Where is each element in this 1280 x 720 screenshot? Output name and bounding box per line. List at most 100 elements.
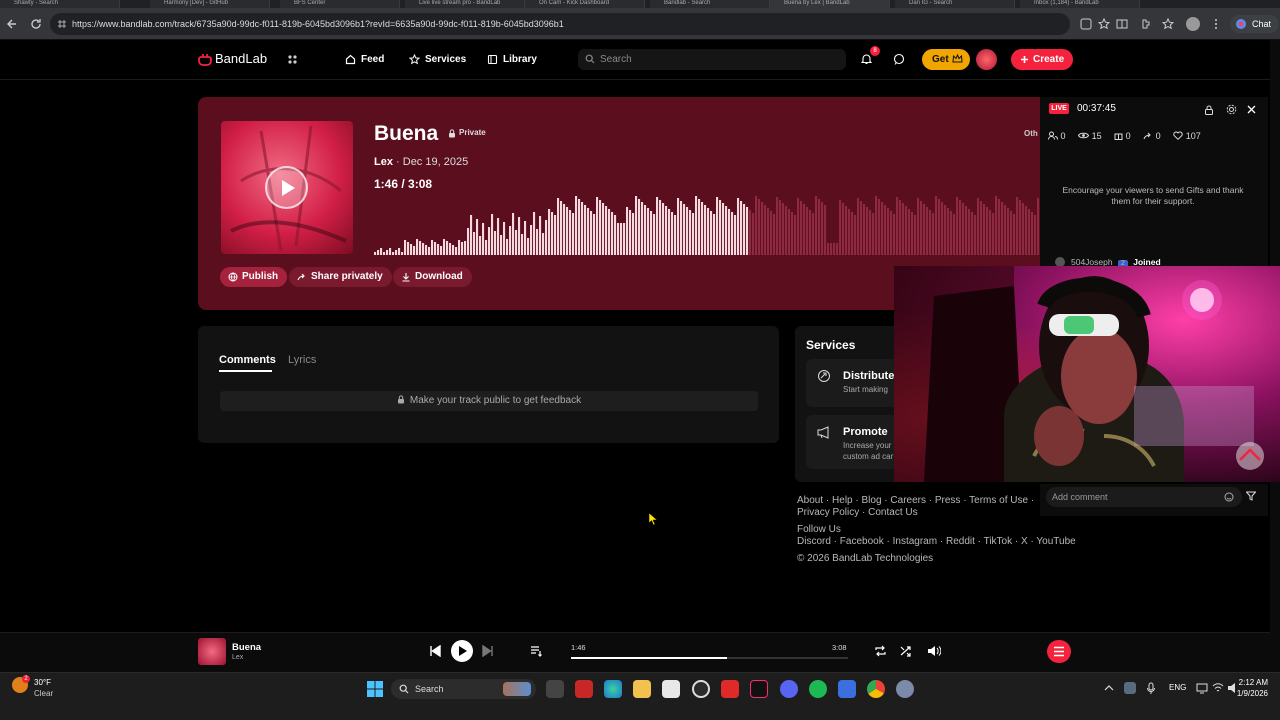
microsoft-store-icon[interactable] [662, 680, 680, 698]
task-view-icon[interactable] [546, 680, 564, 698]
player-progress-track[interactable] [571, 657, 848, 659]
track-waveform[interactable] [374, 192, 1040, 255]
taskbar-app-icon[interactable] [575, 680, 593, 698]
waveform-bar [890, 211, 893, 255]
tiktok-icon[interactable] [750, 680, 768, 698]
publish-button[interactable]: Publish [220, 267, 288, 287]
messages-icon[interactable] [893, 53, 905, 65]
browser-tab-active[interactable]: Buena by Lex | BandLab [770, 0, 890, 8]
social-link-tiktok[interactable]: TikTok [984, 536, 1013, 547]
language-indicator[interactable]: ENG [1169, 683, 1186, 692]
close-icon[interactable] [1247, 105, 1256, 114]
share-privately-button[interactable]: Share privately [289, 267, 392, 287]
repeat-icon[interactable] [874, 645, 887, 657]
cloud-sync-icon[interactable] [1124, 682, 1136, 694]
browser-tab[interactable]: Bandlab - Search [650, 0, 770, 8]
footer-link-press[interactable]: Press [935, 495, 961, 506]
browser-tab[interactable]: Inbox (1,184) - BandLab [1020, 0, 1140, 8]
footer-link-privacy[interactable]: Privacy Policy [797, 507, 859, 518]
chrome-icon[interactable] [867, 680, 885, 698]
shuffle-icon[interactable] [900, 645, 913, 657]
spotify-icon[interactable] [809, 680, 827, 698]
volume-icon[interactable] [927, 645, 941, 657]
player-cover-thumb[interactable] [198, 638, 226, 665]
clock-time[interactable]: 2:12 AM [1236, 678, 1268, 687]
social-link-instagram[interactable]: Instagram [893, 536, 937, 547]
footer-link-contact[interactable]: Contact Us [868, 507, 917, 518]
chevron-up-icon[interactable] [1104, 684, 1114, 692]
youtube-icon[interactable] [721, 680, 739, 698]
promote-card[interactable]: Promote Increase your custom ad car [806, 415, 906, 469]
windows-start-icon[interactable] [367, 681, 383, 697]
player-play-button[interactable] [451, 640, 473, 662]
display-icon[interactable] [1196, 682, 1208, 694]
copilot-chat-button[interactable]: Chat [1230, 15, 1280, 33]
extensions-icon[interactable] [1140, 18, 1152, 30]
track-artist-link[interactable]: Lex [374, 156, 393, 168]
browser-tab[interactable]: Live live stream pro - BandLab [405, 0, 525, 8]
taskbar-app-icon[interactable] [838, 680, 856, 698]
reload-icon[interactable] [30, 18, 42, 30]
browser-tab[interactable]: Dan IG - Search [895, 0, 1015, 8]
search-input[interactable]: Search [578, 49, 846, 70]
translate-icon[interactable] [1080, 18, 1092, 30]
footer-link-help[interactable]: Help [832, 495, 853, 506]
file-explorer-icon[interactable] [633, 680, 651, 698]
add-comment-input[interactable]: Add comment [1046, 487, 1242, 507]
player-track-title[interactable]: Buena [232, 642, 261, 653]
footer-link-terms[interactable]: Terms of Use [969, 495, 1028, 506]
social-link-facebook[interactable]: Facebook [840, 536, 884, 547]
apps-grid-icon[interactable] [287, 54, 298, 65]
footer-link-about[interactable]: About [797, 495, 823, 506]
live-menu-button[interactable] [1047, 640, 1071, 663]
profile-avatar[interactable] [1186, 17, 1200, 31]
user-avatar[interactable] [976, 49, 997, 70]
get-membership-button[interactable]: Get [922, 49, 970, 70]
back-arrow-icon[interactable] [6, 18, 18, 30]
create-button[interactable]: Create [1011, 49, 1073, 70]
lock-icon[interactable] [1204, 105, 1214, 115]
weather-condition: Clear [34, 689, 54, 698]
microphone-icon[interactable] [1146, 682, 1156, 695]
taskbar-search[interactable]: Search [391, 679, 536, 699]
browser-tab[interactable]: BFS Center [280, 0, 400, 8]
bell-icon[interactable] [861, 53, 872, 65]
split-screen-icon[interactable] [1116, 18, 1128, 30]
clock-date[interactable]: 1/9/2026 [1229, 689, 1268, 698]
next-track-icon[interactable] [482, 645, 494, 657]
player-total-time: 3:08 [832, 643, 847, 652]
network-icon[interactable] [1212, 682, 1224, 694]
tab-lyrics[interactable]: Lyrics [288, 354, 316, 366]
footer-link-careers[interactable]: Careers [890, 495, 926, 506]
social-link-x[interactable]: X [1021, 536, 1028, 547]
nav-services[interactable]: Services [409, 53, 469, 67]
browser-tab[interactable]: On Cam - Kick Dashboard [525, 0, 645, 8]
download-button[interactable]: Download [393, 267, 472, 287]
site-info-icon[interactable] [57, 19, 67, 29]
footer-link-blog[interactable]: Blog [862, 495, 882, 506]
taskbar-app-icon[interactable] [692, 680, 710, 698]
more-menu-icon[interactable] [1210, 18, 1222, 30]
settings-gear-icon[interactable] [896, 680, 914, 698]
social-link-reddit[interactable]: Reddit [946, 536, 975, 547]
previous-track-icon[interactable] [429, 645, 441, 657]
social-link-youtube[interactable]: YouTube [1036, 536, 1075, 547]
browser-tab[interactable]: Shawty - Search [0, 0, 120, 8]
queue-icon[interactable] [530, 645, 543, 657]
edge-browser-icon[interactable] [604, 680, 622, 698]
player-track-artist[interactable]: Lex [232, 654, 243, 661]
url-field[interactable]: https://www.bandlab.com/track/6735a90d-9… [50, 13, 1070, 35]
discord-icon[interactable] [780, 680, 798, 698]
nav-library[interactable]: Library [487, 53, 547, 67]
waveform-bar [674, 215, 677, 255]
cover-play-button[interactable] [265, 166, 308, 209]
bookmark-star-icon[interactable] [1098, 18, 1110, 30]
distribute-card[interactable]: Distribute Start making [806, 359, 906, 407]
emoji-icon[interactable] [1224, 492, 1234, 502]
settings-gear-icon[interactable] [1226, 104, 1237, 115]
tab-comments[interactable]: Comments [219, 354, 276, 366]
favorites-icon[interactable] [1162, 18, 1174, 30]
filter-icon[interactable] [1246, 491, 1256, 501]
browser-tab[interactable]: Harmony [Dev] - GitHub [150, 0, 270, 8]
social-link-discord[interactable]: Discord [797, 536, 831, 547]
